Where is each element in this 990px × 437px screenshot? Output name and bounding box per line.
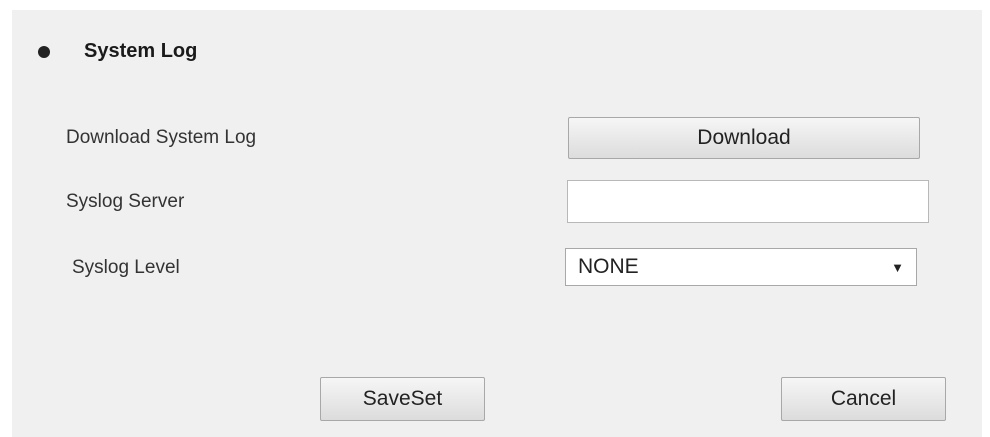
syslog-level-select[interactable]: NONE ▼ [565, 248, 917, 286]
syslog-server-input[interactable] [567, 180, 929, 223]
syslog-level-value: NONE [578, 255, 639, 278]
bullet-icon [38, 45, 50, 58]
dropdown-arrow-icon: ▼ [891, 259, 904, 275]
cancel-button[interactable]: Cancel [781, 377, 946, 421]
saveset-button[interactable]: SaveSet [320, 377, 485, 421]
syslog-server-label: Syslog Server [66, 191, 185, 212]
section-header: System Log [38, 40, 197, 63]
system-log-panel [12, 10, 982, 437]
section-title: System Log [84, 40, 198, 62]
download-system-log-label: Download System Log [66, 127, 257, 148]
syslog-level-label: Syslog Level [72, 257, 180, 278]
download-button[interactable]: Download [568, 117, 920, 159]
